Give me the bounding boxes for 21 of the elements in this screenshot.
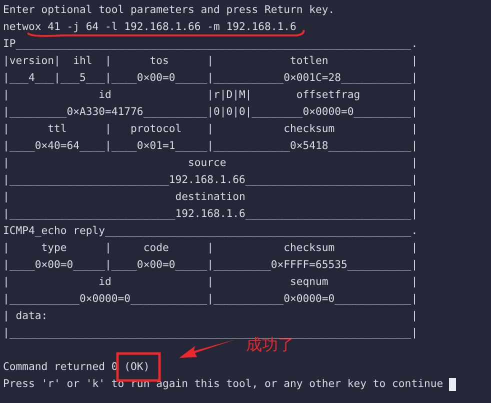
terminal-line: | id |r|D|M| offsetfrag | bbox=[3, 89, 418, 102]
terminal-line: | id | seqnum | bbox=[3, 276, 418, 289]
terminal-line: |_________0×A330=41776__________|0|0|0|________0×0000=0_________| bbox=[3, 106, 418, 119]
terminal-line: | type | code | checksum | bbox=[3, 242, 418, 255]
terminal-line: Press 'r' or 'k' to run again this tool, or any other key to continue bbox=[3, 378, 444, 391]
terminal-line: |___________0×0000=0____________|___________0×0000=0____________| bbox=[3, 293, 418, 306]
terminal-line: |version| ihl | tos | totlen | bbox=[3, 55, 418, 68]
terminal-line: Enter optional tool parameters and press Return key. bbox=[3, 4, 335, 17]
terminal-line: |____0×00=0_____|____0×00=0_____|_________0×FFFF=65535__________| bbox=[3, 259, 418, 272]
terminal-line: |___4___|___5___|____0×00=0_____|___________0×001C=28___________| bbox=[3, 72, 418, 85]
terminal-line: |__________________________192.168.1.6__________________________| bbox=[3, 208, 418, 221]
terminal-line: ICMP4_echo reply________________________________________________. bbox=[3, 225, 418, 238]
terminal-line: | data: | bbox=[3, 310, 418, 323]
arrow-icon bbox=[178, 338, 238, 360]
terminal-line: IP______________________________________________________________. bbox=[3, 38, 418, 51]
terminal-line: | destination | bbox=[3, 191, 418, 204]
terminal-line: |____0×40=64____|____0×01=1_____|____________0×5418_____________| bbox=[3, 140, 418, 153]
terminal-line: netwox 41 -j 64 -l 192.168.1.66 -m 192.168.1.6 bbox=[3, 21, 296, 34]
terminal-line: | ttl | protocol | checksum | bbox=[3, 123, 418, 136]
terminal-line: | source | bbox=[3, 157, 418, 170]
terminal-line: |_________________________192.168.1.66__________________________| bbox=[3, 174, 418, 187]
